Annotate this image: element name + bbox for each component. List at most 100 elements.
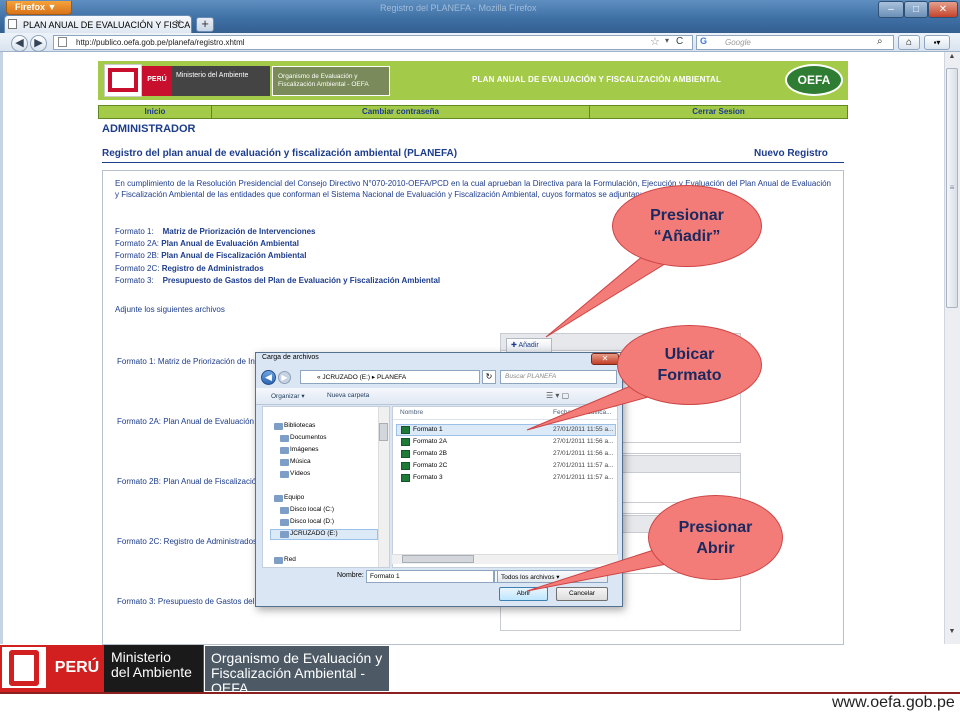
file-row-date: 27/01/2011 11:57 a... <box>553 462 614 469</box>
file-row-name[interactable]: Formato 1 <box>413 426 443 433</box>
upload-row-label: Formato 2C: Registro de Administrados <box>117 537 258 546</box>
column-fecha[interactable]: Fecha de modifica... <box>553 409 612 416</box>
format-name: Registro de Administrados <box>161 264 264 273</box>
drive-icon <box>280 507 289 514</box>
anadir-button[interactable]: ✚ Añadir <box>506 338 552 353</box>
nav-imagenes[interactable]: Imágenes <box>290 446 319 453</box>
excel-file-icon <box>401 450 410 458</box>
organizar-menu[interactable]: Organizar ▾ <box>271 392 305 400</box>
format-item: Formato 3: Presupuesto de Gastos del Pla… <box>115 276 440 285</box>
callout-ubicar-formato: Ubicar Formato <box>617 325 762 405</box>
tools-menu-icon[interactable]: ▪▾ <box>924 35 950 50</box>
scroll-down-icon[interactable]: ▼ <box>945 628 959 640</box>
browser-tab[interactable]: PLAN ANUAL DE EVALUACIÓN Y FISCAL... <box>4 15 192 34</box>
callout-text: Ubicar <box>664 346 715 363</box>
dialog-navigation-pane <box>262 406 390 568</box>
callout-text: Presionar <box>650 207 724 224</box>
dialog-path-bar[interactable]: « JCRUZADO (E:) ▸ PLANEFA <box>300 370 480 384</box>
footer-peru-label: PERÚ <box>54 659 100 676</box>
nav-disco-d[interactable]: Disco local (D:) <box>290 518 334 525</box>
nueva-carpeta-button[interactable]: Nueva carpeta <box>327 392 369 399</box>
music-icon <box>280 459 289 466</box>
dialog-close-button[interactable]: ✕ <box>591 353 619 365</box>
dialog-forward-button[interactable]: ▶ <box>278 371 291 384</box>
format-item: Formato 2C: Registro de Administrados <box>115 264 264 273</box>
nav-videos[interactable]: Vídeos <box>290 470 310 477</box>
scroll-up-icon[interactable]: ▲ <box>945 53 959 65</box>
callout-text: Presionar <box>678 518 753 536</box>
nav-bibliotecas[interactable]: Bibliotecas <box>284 422 315 429</box>
nav-musica[interactable]: Música <box>290 458 311 465</box>
url-dropdown-icon[interactable]: ▾ <box>665 36 669 45</box>
dialog-back-button[interactable]: ◀ <box>261 370 276 385</box>
menu-inicio[interactable]: Inicio <box>99 105 212 119</box>
address-bar[interactable]: http://publico.oefa.gob.pe/planefa/regis… <box>53 35 693 50</box>
search-go-icon[interactable]: ⌕ <box>877 36 883 47</box>
new-tab-button[interactable]: + <box>196 17 214 32</box>
file-row-name[interactable]: Formato 2B <box>413 450 447 457</box>
column-nombre[interactable]: Nombre <box>400 409 423 416</box>
footer-text: Ministerio <box>111 649 171 665</box>
nav-scrollbar-thumb[interactable] <box>379 423 388 441</box>
view-options-icon[interactable]: ☰ ▾ ▢ <box>546 391 569 400</box>
videos-icon <box>280 471 289 478</box>
abrir-button[interactable]: Abrir <box>499 587 548 601</box>
callout-presionar-anadir: Presionar “Añadir” <box>612 185 762 267</box>
nav-documentos[interactable]: Documentos <box>290 434 327 441</box>
coat-of-arms-shield <box>9 650 39 686</box>
menu-cerrar-sesion[interactable]: Cerrar Sesion <box>590 105 847 119</box>
dialog-refresh-icon[interactable]: ↻ <box>482 370 496 384</box>
nav-disco-c[interactable]: Disco local (C:) <box>290 506 334 513</box>
format-code: Formato 2C: <box>115 264 160 273</box>
footer-text: del Ambiente <box>111 664 192 680</box>
format-item: Formato 2B: Plan Anual de Fiscalización … <box>115 251 306 260</box>
excel-file-icon <box>401 462 410 470</box>
bookmark-star-icon[interactable]: ☆ <box>650 35 660 48</box>
format-item: Formato 1: Matriz de Priorización de Int… <box>115 227 316 236</box>
home-icon[interactable]: ⌂ <box>898 35 920 50</box>
back-button[interactable]: ◀ <box>11 35 28 52</box>
adjunte-label: Adjunte los siguientes archivos <box>115 305 225 314</box>
excel-file-icon <box>401 474 410 482</box>
format-name: Presupuesto de Gastos del Plan de Evalua… <box>162 276 441 285</box>
nav-red[interactable]: Red <box>284 556 296 563</box>
drive-icon <box>280 519 289 526</box>
documents-icon <box>280 435 289 442</box>
callout-presionar-abrir: Presionar Abrir <box>648 495 783 580</box>
nuevo-registro-link[interactable]: Nuevo Registro <box>754 148 828 159</box>
cancelar-button[interactable]: Cancelar <box>556 587 608 601</box>
footer-ministerio: Ministerio del Ambiente <box>104 645 203 692</box>
search-input[interactable]: Google <box>696 35 894 50</box>
nav-jcruzado[interactable]: JCRUZADO (E:) <box>290 530 338 537</box>
google-icon[interactable]: G <box>700 36 707 46</box>
close-window-button[interactable]: ✕ <box>928 1 958 18</box>
callout-text: “Añadir” <box>653 228 721 245</box>
hscrollbar-thumb[interactable] <box>402 555 474 563</box>
firefox-menu-button[interactable]: Firefox ▼ <box>6 1 72 15</box>
tab-close-icon[interactable]: × <box>175 17 181 29</box>
window-title: Registro del PLANEFA - Mozilla Firefox <box>380 3 537 13</box>
minimize-button[interactable]: – <box>878 1 904 18</box>
file-row-date: 27/01/2011 11:56 a... <box>553 450 614 457</box>
menu-cambiar-contrasena[interactable]: Cambiar contraseña <box>212 105 590 119</box>
footer-text: Organismo de Evaluación y <box>211 650 383 666</box>
dialog-search-input[interactable]: Buscar PLANEFA <box>500 370 617 384</box>
nombre-input[interactable]: Formato 1 <box>366 570 494 583</box>
maximize-button[interactable]: □ <box>904 1 928 18</box>
banner-title: PLAN ANUAL DE EVALUACIÓN Y FISCALIZACIÓN… <box>472 75 722 84</box>
forward-button[interactable]: ▶ <box>30 35 47 52</box>
format-code: Formato 3: <box>115 276 154 285</box>
banner-organismo: Organismo de Evaluación y Fiscalización … <box>272 66 390 96</box>
file-row-name[interactable]: Formato 3 <box>413 474 443 481</box>
reload-icon[interactable]: C <box>676 36 683 47</box>
excel-file-icon <box>401 438 410 446</box>
page-icon <box>58 37 67 47</box>
footer-url: www.oefa.gob.pe <box>832 694 955 711</box>
nav-equipo[interactable]: Equipo <box>284 494 304 501</box>
file-row-date: 27/01/2011 11:56 a... <box>553 438 614 445</box>
file-row-name[interactable]: Formato 2C <box>413 462 447 469</box>
divider <box>102 162 844 163</box>
file-row-name[interactable]: Formato 2A <box>413 438 447 445</box>
callout-text: Abrir <box>696 539 735 557</box>
file-type-select[interactable]: Todos los archivos ▾ <box>497 570 608 583</box>
